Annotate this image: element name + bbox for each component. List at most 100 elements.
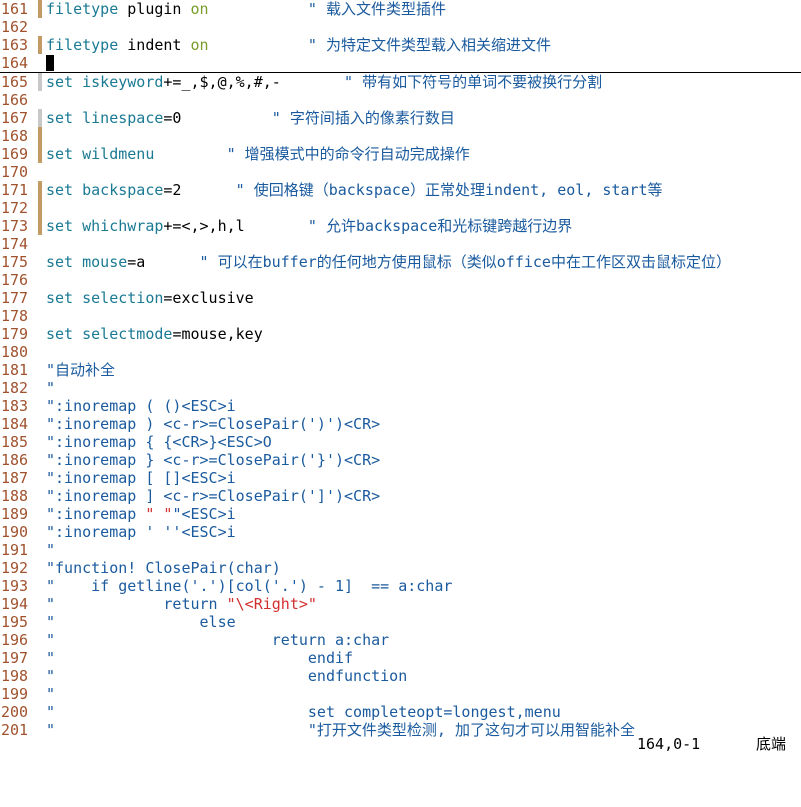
line-text: set iskeyword+=_,$,@,%,#,- " 带有如下符号的单词不要… — [46, 73, 602, 91]
code-token: ":inoremap } <c-r>=ClosePair('}')<CR> — [46, 451, 381, 469]
code-line[interactable]: 177 set selection=exclusive — [0, 289, 801, 307]
vim-editor[interactable]: 161 filetype plugin on " 载入文件类型插件 162 163 fi… — [0, 0, 801, 753]
line-number: 190 — [1, 523, 29, 541]
code-token: on — [190, 36, 209, 54]
code-line[interactable]: 170 — [0, 163, 801, 181]
code-token: ":inoremap ) <c-r>=ClosePair(')')<CR> — [46, 415, 381, 433]
code-line[interactable]: 167 set linespace=0 " 字符间插入的像素行数目 — [0, 109, 801, 127]
code-line[interactable]: 180 — [0, 343, 801, 361]
code-line[interactable]: 183 ":inoremap ( ()<ESC>i — [0, 397, 801, 415]
code-token: " set completeopt=longest,menu — [46, 703, 561, 721]
code-line[interactable]: 196 " return a:char — [0, 631, 801, 649]
gutter-marker — [38, 0, 42, 18]
line-number: 170 — [1, 163, 29, 181]
code-line[interactable]: 181 "自动补全 — [0, 361, 801, 379]
line-text: ":inoremap ' ''<ESC>i — [46, 523, 236, 541]
line-number: 164 — [1, 54, 29, 72]
code-token: set — [46, 325, 74, 343]
line-number: 187 — [1, 469, 29, 487]
line-number: 174 — [1, 235, 29, 253]
code-line[interactable]: 194 " return "\<Right>" — [0, 595, 801, 613]
code-token: "function! ClosePair(char) — [46, 559, 281, 577]
line-number: 166 — [1, 91, 29, 109]
line-text: "自动补全 — [46, 361, 115, 379]
line-text: "function! ClosePair(char) — [46, 559, 281, 577]
code-token: ":inoremap [ []<ESC>i — [46, 469, 236, 487]
code-line[interactable]: 169 set wildmenu " 增强模式中的命令行自动完成操作 — [0, 145, 801, 163]
code-line[interactable]: 190 ":inoremap ' ''<ESC>i — [0, 523, 801, 541]
code-token: " endfunction — [46, 667, 408, 685]
code-line[interactable]: 165 set iskeyword+=_,$,@,%,#,- " 带有如下符号的单… — [0, 73, 801, 91]
code-line[interactable]: 173 set whichwrap+=<,>,h,l " 允许backspace和… — [0, 217, 801, 235]
code-token: wildmenu — [82, 145, 155, 163]
code-line[interactable]: 179 set selectmode=mouse,key — [0, 325, 801, 343]
code-line[interactable]: 198 " endfunction — [0, 667, 801, 685]
line-text: " return a:char — [46, 631, 389, 649]
code-token: " return — [46, 595, 227, 613]
gutter-marker — [38, 217, 42, 235]
buffer-lines[interactable]: 161 filetype plugin on " 载入文件类型插件 162 163 fi… — [0, 0, 801, 739]
code-line[interactable]: 188 ":inoremap ] <c-r>=ClosePair(']')<CR> — [0, 487, 801, 505]
code-line[interactable]: 172 — [0, 199, 801, 217]
code-line[interactable]: 187 ":inoremap [ []<ESC>i — [0, 469, 801, 487]
code-token: set — [46, 289, 74, 307]
cursor-position: 164,0-1 — [637, 735, 701, 753]
code-line[interactable]: 184 ":inoremap ) <c-r>=ClosePair(')')<CR> — [0, 415, 801, 433]
code-token: "<ESC>i — [172, 505, 236, 523]
code-token: "自动补全 — [46, 361, 116, 379]
code-token: " — [46, 685, 56, 703]
code-line[interactable]: 185 ":inoremap { {<CR>}<ESC>O — [0, 433, 801, 451]
code-line[interactable]: 195 " else — [0, 613, 801, 631]
gutter-marker — [38, 127, 42, 145]
code-line[interactable]: 192 "function! ClosePair(char) — [0, 559, 801, 577]
code-line[interactable]: 166 — [0, 91, 801, 109]
gutter-marker — [38, 145, 42, 163]
code-line[interactable]: 162 — [0, 18, 801, 36]
line-number: 180 — [1, 343, 29, 361]
code-line[interactable]: 197 " endif — [0, 649, 801, 667]
code-token: filetype — [46, 0, 119, 18]
code-token: +=_,$,@,%,#,- — [163, 73, 345, 91]
line-text: " endfunction — [46, 667, 407, 685]
code-token: =2 — [163, 181, 236, 199]
code-line[interactable]: 193 " if getline('.')[col('.') - 1] == a:… — [0, 577, 801, 595]
line-text: set linespace=0 " 字符间插入的像素行数目 — [46, 109, 455, 127]
line-text: set selectmode=mouse,key — [46, 325, 263, 343]
code-token: =mouse,key — [172, 325, 263, 343]
code-token: mouse — [82, 253, 128, 271]
line-text: filetype plugin on " 载入文件类型插件 — [46, 0, 446, 18]
code-token: " " — [145, 505, 173, 523]
code-line[interactable]: 175 set mouse=a " 可以在buffer的任何地方使用鼠标（类似of… — [0, 253, 801, 271]
line-text: " endif — [46, 649, 353, 667]
code-token: " — [46, 379, 56, 397]
line-number: 186 — [1, 451, 29, 469]
code-line[interactable]: 186 ":inoremap } <c-r>=ClosePair('}')<CR> — [0, 451, 801, 469]
code-line[interactable]: 200 " set completeopt=longest,menu — [0, 703, 801, 721]
code-line[interactable]: 189 ":inoremap " ""<ESC>i — [0, 505, 801, 523]
line-text: set mouse=a " 可以在buffer的任何地方使用鼠标（类似offic… — [46, 253, 731, 271]
code-token: "\<Right>" — [226, 595, 317, 613]
code-line[interactable]: 178 — [0, 307, 801, 325]
line-text: ":inoremap ] <c-r>=ClosePair(']')<CR> — [46, 487, 380, 505]
line-text: ":inoremap [ []<ESC>i — [46, 469, 236, 487]
line-number: 193 — [1, 577, 29, 595]
code-line[interactable]: 182 " — [0, 379, 801, 397]
code-line[interactable]: 163 filetype indent on " 为特定文件类型载入相关缩进文件 — [0, 36, 801, 54]
code-token: ":inoremap ' ''<ESC>i — [46, 523, 236, 541]
code-token: selection — [82, 289, 164, 307]
code-token: " 使回格键（backspace）正常处理indent, eol, start等 — [235, 181, 663, 199]
line-number: 198 — [1, 667, 29, 685]
code-line[interactable]: 191 " — [0, 541, 801, 559]
code-line[interactable]: 168 — [0, 127, 801, 145]
code-line[interactable]: 174 — [0, 235, 801, 253]
code-line[interactable]: 199 " — [0, 685, 801, 703]
code-line[interactable]: 171 set backspace=2 " 使回格键（backspace）正常处理… — [0, 181, 801, 199]
code-line[interactable]: 161 filetype plugin on " 载入文件类型插件 — [0, 0, 801, 18]
code-line[interactable]: 164 — [0, 54, 801, 73]
code-token: filetype — [46, 36, 119, 54]
line-text: " — [46, 541, 55, 559]
code-line[interactable]: 176 — [0, 271, 801, 289]
line-number: 185 — [1, 433, 29, 451]
